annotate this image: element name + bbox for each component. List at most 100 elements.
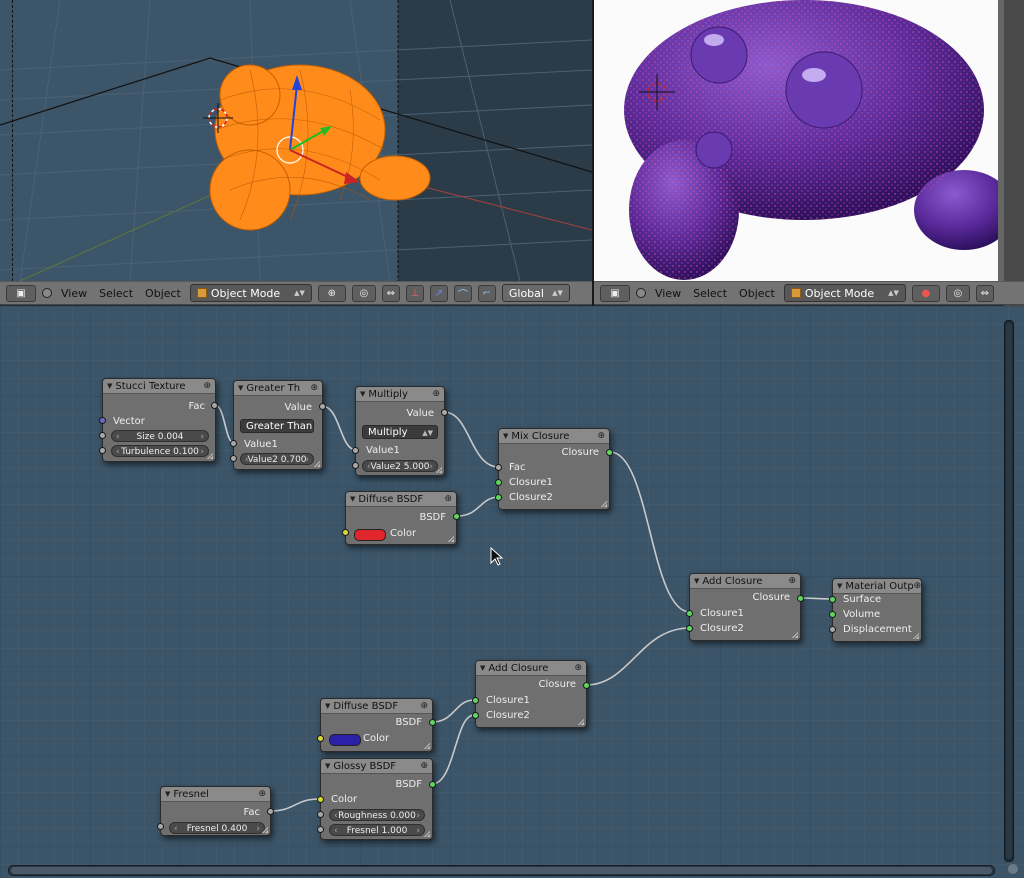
input-socket[interactable] xyxy=(317,811,324,818)
rotate-toggle[interactable]: ↗ xyxy=(429,284,448,302)
node-options-icon[interactable]: ⊕ xyxy=(914,581,921,591)
menu-select[interactable]: Select xyxy=(690,287,730,300)
ior-field[interactable]: Fresnel 0.400 xyxy=(169,822,265,835)
node-options-icon[interactable]: ⊕ xyxy=(203,381,211,391)
mode-dropdown[interactable]: Object Mode ▲▼ xyxy=(189,284,312,302)
node-multiply[interactable]: ▼Multiply⊕ Value Multiply▲▼ Value1 Value… xyxy=(355,386,445,476)
collapse-triangle-icon[interactable]: ▼ xyxy=(503,432,508,440)
output-socket[interactable] xyxy=(429,719,436,726)
input-socket[interactable] xyxy=(230,440,237,447)
collapse-menu-icon[interactable] xyxy=(42,288,52,298)
output-socket[interactable] xyxy=(797,595,804,602)
input-socket[interactable] xyxy=(686,625,693,632)
menu-view[interactable]: View xyxy=(58,287,90,300)
node-diffuse-bsdf-blue[interactable]: ▼ Diffuse BSDF ⊕ BSDF Color xyxy=(320,698,433,752)
node-add-closure-bottom[interactable]: ▼ Add Closure ⊕ Closure Closure1 Closure2 xyxy=(475,660,587,728)
output-socket[interactable] xyxy=(441,409,448,416)
input-socket[interactable] xyxy=(495,479,502,486)
roughness-field[interactable]: Roughness 0.000 xyxy=(329,809,425,822)
resize-handle-icon[interactable] xyxy=(911,631,919,639)
scale-toggle[interactable]: ⌒ xyxy=(453,284,472,302)
resize-handle-icon[interactable] xyxy=(422,829,430,837)
input-socket[interactable] xyxy=(317,735,324,742)
input-socket[interactable] xyxy=(99,417,106,424)
node-options-icon[interactable]: ⊕ xyxy=(432,389,440,399)
output-socket[interactable] xyxy=(211,402,218,409)
collapse-triangle-icon[interactable]: ▼ xyxy=(107,382,112,390)
output-socket[interactable] xyxy=(606,449,613,456)
menu-view[interactable]: View xyxy=(652,287,684,300)
output-socket[interactable] xyxy=(319,403,326,410)
input-socket[interactable] xyxy=(99,432,106,439)
input-socket[interactable] xyxy=(829,626,836,633)
menu-object[interactable]: Object xyxy=(142,287,184,300)
collapse-triangle-icon[interactable]: ▼ xyxy=(325,702,330,710)
input-socket[interactable] xyxy=(317,796,324,803)
pivot-dropdown[interactable]: ◎ xyxy=(945,284,970,302)
node-options-icon[interactable]: ⊕ xyxy=(420,701,428,711)
input-socket[interactable] xyxy=(472,697,479,704)
horizontal-scrollbar[interactable] xyxy=(8,865,995,876)
collapse-triangle-icon[interactable]: ▼ xyxy=(360,390,365,398)
node-options-icon[interactable]: ⊕ xyxy=(310,383,318,393)
node-stucci-texture[interactable]: ▼Stucci Texture ⊕ Fac Vector Size 0.004 T… xyxy=(102,378,216,462)
editor-type-button[interactable]: ▣ xyxy=(6,284,36,302)
editor-type-button[interactable]: ▣ xyxy=(600,284,630,302)
input-socket[interactable] xyxy=(686,610,693,617)
resize-handle-icon[interactable] xyxy=(576,717,584,725)
resize-handle-icon[interactable] xyxy=(790,630,798,638)
node-diffuse-bsdf-red[interactable]: ▼ Diffuse BSDF ⊕ BSDF Color xyxy=(345,491,457,545)
scale-tool-toggle[interactable]: ⌐ xyxy=(477,284,496,302)
input-socket[interactable] xyxy=(352,462,359,469)
value2-field[interactable]: Value2 0.700 xyxy=(240,453,314,466)
output-socket[interactable] xyxy=(583,682,590,689)
orientation-dropdown[interactable]: Global ▲▼ xyxy=(501,284,570,302)
node-options-icon[interactable]: ⊕ xyxy=(597,431,605,441)
menu-object[interactable]: Object xyxy=(736,287,778,300)
node-editor[interactable]: ▼Stucci Texture⊕ Fac Vector Size 0.004 T… xyxy=(0,306,1024,878)
input-socket[interactable] xyxy=(342,529,349,536)
node-mix-closure[interactable]: ▼ Mix Closure ⊕ Closure Fac Closure1 Closu… xyxy=(498,428,610,510)
fresnel-field[interactable]: Fresnel 1.000 xyxy=(329,824,425,837)
resize-handle-icon[interactable] xyxy=(599,499,607,507)
input-socket[interactable] xyxy=(829,596,836,603)
operation-dropdown[interactable]: Greater Than xyxy=(240,419,314,433)
operation-dropdown[interactable]: Multiply ▲▼ xyxy=(362,425,438,439)
node-options-icon[interactable]: ⊕ xyxy=(444,494,452,504)
value2-field[interactable]: Value2 5.000 xyxy=(362,460,438,473)
input-socket[interactable] xyxy=(495,494,502,501)
size-field[interactable]: Size 0.004 xyxy=(111,430,209,443)
output-socket[interactable] xyxy=(453,513,460,520)
node-add-closure-top[interactable]: ▼ Add Closure ⊕ Closure Closure1 Closure2 xyxy=(689,573,801,641)
color-swatch[interactable] xyxy=(354,529,386,541)
node-fresnel[interactable]: ▼Fresnel ⊕ Fac Fresnel 0.400 xyxy=(160,786,271,836)
collapse-triangle-icon[interactable]: ▼ xyxy=(837,582,842,590)
output-socket[interactable] xyxy=(429,781,436,788)
manipulator-toggle[interactable]: ⇔ xyxy=(381,284,400,302)
resize-handle-icon[interactable] xyxy=(205,451,213,459)
translate-toggle[interactable]: ⊥ xyxy=(405,284,424,302)
collapse-triangle-icon[interactable]: ▼ xyxy=(238,384,243,392)
output-socket[interactable] xyxy=(267,808,274,815)
resize-handle-icon[interactable] xyxy=(260,825,268,833)
input-socket[interactable] xyxy=(317,826,324,833)
input-socket[interactable] xyxy=(157,823,164,830)
input-socket[interactable] xyxy=(352,447,359,454)
input-socket[interactable] xyxy=(472,712,479,719)
resize-handle-icon[interactable] xyxy=(446,534,454,542)
resize-handle-icon[interactable] xyxy=(312,459,320,467)
viewport-3d-rendered[interactable] xyxy=(594,0,1004,281)
node-options-icon[interactable]: ⊕ xyxy=(420,761,428,771)
shading-dropdown[interactable]: ● xyxy=(911,284,940,302)
input-socket[interactable] xyxy=(99,447,106,454)
input-socket[interactable] xyxy=(495,464,502,471)
collapse-triangle-icon[interactable]: ▼ xyxy=(350,495,355,503)
node-options-icon[interactable]: ⊕ xyxy=(574,663,582,673)
shading-dropdown[interactable]: ⊕ xyxy=(317,284,346,302)
collapse-menu-icon[interactable] xyxy=(636,288,646,298)
pivot-dropdown[interactable]: ◎ xyxy=(351,284,376,302)
viewport-3d-wireframe[interactable] xyxy=(0,0,592,281)
input-socket[interactable] xyxy=(230,455,237,462)
color-swatch[interactable] xyxy=(329,734,361,746)
collapse-triangle-icon[interactable]: ▼ xyxy=(325,762,330,770)
